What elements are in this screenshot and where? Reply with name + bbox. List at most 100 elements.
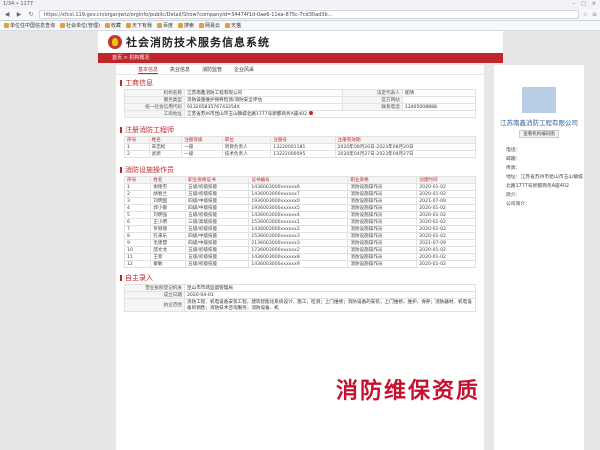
- bookmark-item[interactable]: 收藏: [104, 22, 121, 29]
- info-row: 服务类型 消防设施维护保养检测/消防安全评估 官方网站: [124, 96, 477, 104]
- refresh-icon[interactable]: ↻: [27, 11, 35, 19]
- column-header: 职位: [221, 136, 272, 144]
- table-cell: 刘明国: [150, 197, 187, 205]
- table-cell: 项目负责人: [221, 143, 272, 151]
- table-cell: 1436003000xxxxxx7: [248, 190, 349, 198]
- table-cell: 1936003000xxxxxx0: [248, 197, 349, 205]
- minimize-icon[interactable]: –: [573, 0, 576, 9]
- table-cell: 1536003000xxxxxx1: [248, 218, 349, 226]
- table-cell: 四级/中级技能: [185, 204, 250, 212]
- url-input[interactable]: https://xfcxl.119.gov.cn/organjwtz/orgln…: [39, 10, 579, 19]
- column-header: 创建时间: [416, 176, 476, 184]
- table-row: 3 刘明国 四级/中级技能 1936003000xxxxxx0 消防设施操作员 2021-…: [123, 197, 476, 205]
- table-cell: 2020-01-02: [416, 232, 476, 240]
- table-cell: 1436003000xxxxxx6: [248, 183, 349, 191]
- info-value: 2020-04-01: [184, 291, 476, 299]
- self-report-table: 营业执照登记机关 昆山市市场监督管理局 成立日期 2020-04-01 执业范围 消防工程…: [124, 284, 476, 312]
- table-cell: 郭小敬: [150, 204, 187, 212]
- table-cell: 1536003000xxxxxx3: [248, 232, 349, 240]
- company-side-panel: 江苏南鑫消防工程有限公司 查看机构编码图 电话： 邮箱： 传真： 地址：江苏省苏州市昆…: [494, 65, 584, 450]
- info-row: 机构名称 江苏南鑫消防工程有限公司 法定代表人 崔晴: [124, 89, 477, 97]
- info-value: 消防设施维护保养检测/消防安全评估: [184, 96, 343, 104]
- menu-icon[interactable]: ≡: [592, 11, 597, 18]
- table-row: 5 刘明强 五级/初级技能 1436003000xxxxxx4 消防设施操作员 2020-…: [123, 211, 476, 219]
- table-cell: 3: [123, 197, 152, 205]
- table-cell: 谢德杰: [150, 183, 187, 191]
- star-icon[interactable]: ☆: [583, 11, 588, 18]
- bookmark-item[interactable]: 网易云: [198, 22, 220, 29]
- info-key: 服务类型: [124, 96, 185, 104]
- breadcrumb: 首页 > 机构概况: [98, 53, 503, 63]
- close-icon[interactable]: ×: [592, 0, 596, 9]
- table-cell: 1436003000xxxxxx8: [248, 253, 349, 261]
- window-controls: – □ ×: [573, 0, 600, 9]
- site-title: 社会消防技术服务信息系统: [126, 36, 270, 49]
- table-cell: 6: [123, 218, 152, 226]
- bookmark-item[interactable]: 天下有我: [125, 22, 152, 29]
- section-self-report: 自主录入: [116, 272, 484, 284]
- table-cell: 技术负责人: [221, 150, 272, 158]
- bookmark-label: 百度: [162, 23, 173, 29]
- table-cell: 2020-01-02: [416, 183, 476, 191]
- table-row: 2 胡春兰 五级/初级技能 1436003000xxxxxx7 消防设施操作员 2020-…: [123, 190, 476, 198]
- section-marker: [120, 80, 122, 86]
- bookmark-label: 搜索: [183, 23, 194, 29]
- table-cell: 消防设施操作员: [347, 197, 418, 205]
- forward-icon[interactable]: ▶: [15, 11, 23, 19]
- info-key: 成立日期: [124, 291, 185, 299]
- table-cell: 2020-01-02: [416, 260, 476, 268]
- section-operators: 消防设施操作员: [116, 164, 484, 176]
- column-header: 证书编号: [248, 176, 349, 184]
- table-cell: 2020-01-02: [416, 190, 476, 198]
- table-cell: 13220001181: [270, 143, 336, 151]
- bookmark-label: 天下有我: [131, 23, 152, 29]
- table-cell: 五级/初级技能: [185, 190, 250, 198]
- bookmark-item[interactable]: 天猫: [225, 22, 241, 29]
- table-row: 7 罗刚丽 五级/初级技能 1436003000xxxxxx2 消防设施操作员 2020-…: [123, 225, 476, 233]
- table-cell: 四级/中级技能: [185, 197, 250, 205]
- back-icon[interactable]: ◀: [3, 11, 11, 19]
- table-cell: 1736003000xxxxxx2: [248, 246, 349, 254]
- table-cell: 1: [124, 143, 150, 151]
- table-cell: 五级/初级技能: [185, 253, 250, 261]
- info-row: 统一社会信用代码 91320583576743354X 联系电话 1340500888…: [124, 103, 477, 111]
- bookmark-item[interactable]: 百度: [156, 22, 173, 29]
- section-business-info: 工商信息: [116, 77, 484, 89]
- table-cell: 宋忠松: [148, 143, 183, 151]
- table-cell: 1436003000xxxxxx2: [248, 225, 349, 233]
- bookmark-icon: [104, 23, 110, 28]
- tab-3[interactable]: 消防监管: [202, 65, 222, 74]
- view-code-button[interactable]: 查看机构编码图: [519, 130, 559, 138]
- browser-titlebar: 1/34 • 1177 – □ ×: [0, 0, 600, 9]
- bookmark-icon: [125, 23, 131, 28]
- bookmark-label: 网易云: [204, 23, 220, 29]
- tab-1[interactable]: 基本信息: [138, 65, 159, 74]
- bookmark-item[interactable]: 单位住中国信息查询: [4, 22, 55, 29]
- table-cell: 13222000095: [270, 150, 336, 158]
- tab-2[interactable]: 执业信息: [170, 65, 190, 74]
- address-actions: ☆ ≡: [583, 11, 597, 18]
- map-pin-icon[interactable]: [309, 111, 314, 115]
- info-value: 91320583576743354X: [184, 103, 343, 111]
- table-cell: 11: [123, 253, 152, 261]
- table-cell: 2: [123, 190, 152, 198]
- tab-4[interactable]: 企业风采: [234, 65, 254, 74]
- bookmark-icon: [60, 23, 66, 28]
- table-cell: 五级/初级技能: [185, 246, 250, 254]
- section-marker: [120, 167, 122, 173]
- section-engineers: 注册消防工程师: [116, 124, 484, 136]
- info-key: 官方网站: [341, 96, 403, 104]
- table-cell: 刘明强: [150, 211, 187, 219]
- table-cell: 消防设施操作员: [347, 218, 418, 226]
- table-cell: 消防设施操作员: [347, 260, 418, 268]
- column-header: 注册有效期: [334, 136, 477, 144]
- bookmark-item[interactable]: 社会单位(管理): [60, 22, 100, 29]
- bookmark-icon: [198, 23, 204, 28]
- maximize-icon[interactable]: □: [581, 0, 586, 9]
- info-row: 营业执照登记机关 昆山市市场监督管理局: [124, 284, 476, 292]
- table-row: 6 王小明 三级/高级技能 1536003000xxxxxx1 消防设施操作员 2020-…: [123, 218, 476, 226]
- bookmark-item[interactable]: 搜索: [177, 22, 194, 29]
- info-key: 联系电话: [341, 103, 403, 111]
- table-cell: 五级/初级技能: [185, 260, 250, 268]
- meta-line: 地址：江苏省苏州市昆山市玉山镇城北路1777号新都商务A座402: [506, 175, 583, 189]
